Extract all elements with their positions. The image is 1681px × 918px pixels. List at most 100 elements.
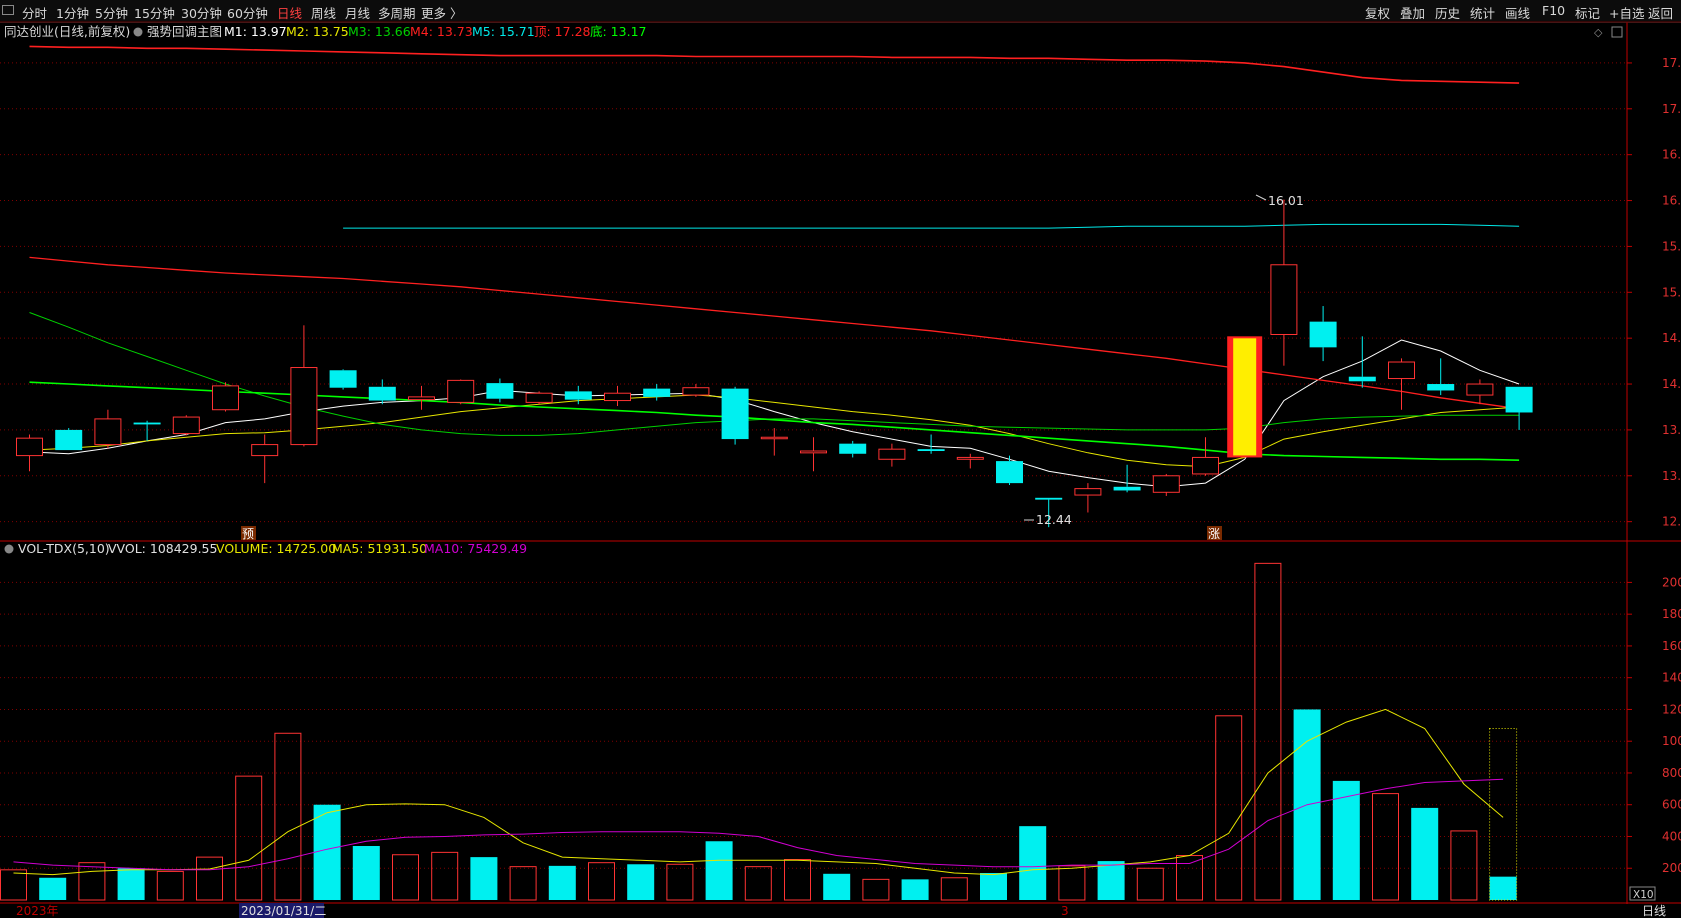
candle-body <box>212 385 239 411</box>
stock-chart[interactable]: 12.50 13.00 13.50 14.00 14.50 15.00 15.50 16.00… <box>0 0 1681 918</box>
candle <box>94 409 122 449</box>
candle <box>1309 306 1337 362</box>
volume-toggle-icon[interactable] <box>4 544 14 554</box>
candle <box>408 385 435 410</box>
volume-bar <box>1215 715 1243 901</box>
candle-body <box>1505 386 1533 413</box>
volume-bar <box>901 879 929 900</box>
volume-bar <box>1097 861 1125 900</box>
price-tick-label: 15.50 <box>1662 239 1681 253</box>
candle-body <box>1348 376 1376 382</box>
candle <box>368 379 396 405</box>
volume-bar <box>744 866 772 901</box>
candle <box>525 391 553 405</box>
legend-m3: M3: 13.66 <box>348 24 411 39</box>
panel-layout-icon[interactable] <box>1611 26 1623 38</box>
volume-line-MA5 <box>13 708 1504 876</box>
volume-bar <box>196 856 223 901</box>
candle-body <box>1113 486 1141 491</box>
candle-body <box>329 370 357 388</box>
candle <box>643 384 671 401</box>
candle <box>290 325 318 447</box>
volume-tick-label: 10000 <box>1662 734 1681 748</box>
volume-bar <box>705 841 733 900</box>
candle <box>172 415 200 436</box>
volume-bar <box>313 804 341 900</box>
legend-vol-ma10: MA10: 75429.49 <box>424 541 527 556</box>
svg-text:涨: 涨 <box>1208 526 1220 541</box>
line-M1 <box>29 339 1520 488</box>
time-axis: 2023年 2023/01/31/二 3 日线 <box>16 903 1666 918</box>
candle <box>486 378 514 403</box>
candle-body <box>447 379 475 403</box>
price-tick-label: 16.50 <box>1662 148 1681 162</box>
price-tick-label: 17.00 <box>1662 102 1681 116</box>
high-annotation: 16.01 <box>1255 193 1304 208</box>
volume-tick-label: 12000 <box>1662 702 1681 716</box>
volume-bar <box>117 868 145 900</box>
price-tick-label: 13.00 <box>1662 469 1681 483</box>
volume-indicator-name[interactable]: VOL-TDX(5,10) <box>18 541 110 556</box>
volume-tick-label: 2000 <box>1662 861 1681 875</box>
volume-tick-label: 6000 <box>1662 798 1681 812</box>
candle-body <box>604 392 631 402</box>
line-M5 <box>343 223 1520 229</box>
legend-volume: VOLUME: 14725.00 <box>216 541 336 556</box>
volume-line-MA10 <box>13 778 1504 871</box>
candle-body <box>172 416 200 435</box>
x-label-month: 3 <box>1061 904 1069 918</box>
legend-top: 顶: 17.28 <box>534 24 591 39</box>
price-tick-label: 15.00 <box>1662 285 1681 299</box>
candle <box>996 455 1023 485</box>
price-tick-label: 14.50 <box>1662 331 1681 345</box>
candle-body <box>16 437 43 457</box>
marker-zhang: 涨 <box>1207 526 1222 541</box>
volume-bar <box>509 866 537 901</box>
price-tick-label: 16.00 <box>1662 194 1681 208</box>
candle <box>1074 483 1102 513</box>
candle <box>839 440 867 458</box>
volume-bars <box>0 562 1518 901</box>
candle <box>878 443 906 467</box>
candle <box>800 437 827 472</box>
indicator-toggle-icon[interactable] <box>133 27 143 37</box>
volume-bar <box>1019 826 1047 900</box>
candle-body <box>133 422 161 425</box>
volume-bar <box>862 878 890 901</box>
legend-m4: M4: 13.73 <box>410 24 473 39</box>
volume-axis: 2000 4000 6000 8000 10000 12000 14000 16000 1800… <box>1627 575 1681 875</box>
candle <box>1192 437 1219 476</box>
candle-body <box>1192 456 1219 475</box>
volume-bar <box>1136 867 1164 901</box>
candle <box>1227 336 1263 458</box>
candle-body <box>1466 383 1494 396</box>
volume-bar <box>980 873 1007 900</box>
candle-body <box>1388 361 1415 380</box>
legend-m5: M5: 15.71 <box>472 24 535 39</box>
volume-bar <box>274 732 302 901</box>
volume-bar <box>470 857 498 900</box>
candle-body <box>1309 321 1337 348</box>
candle-body <box>251 444 279 457</box>
volume-bar <box>784 859 811 901</box>
svg-text:预: 预 <box>242 527 254 541</box>
indicator-name[interactable]: 强势回调主图 <box>147 24 222 39</box>
candle <box>682 384 710 397</box>
main-panel-header: 同达创业(日线,前复权) 强势回调主图 M1: 13.97 M2: 13.75 … <box>4 24 1623 39</box>
volume-bar <box>548 865 576 900</box>
candle-body <box>760 436 788 440</box>
volume-bar <box>156 870 184 901</box>
volume-ma-lines <box>13 708 1504 876</box>
volume-bar <box>666 863 694 901</box>
diamond-icon[interactable]: ◇ <box>1594 26 1603 39</box>
candle <box>1152 473 1180 496</box>
candle-body <box>996 461 1023 484</box>
candlesticks <box>16 199 1533 528</box>
candle <box>1348 336 1376 388</box>
candle <box>760 428 788 456</box>
volume-bar <box>1450 830 1478 901</box>
legend-m2: M2: 13.75 <box>286 24 349 39</box>
price-tick-label: 12.50 <box>1662 515 1681 529</box>
price-tick-label: 14.00 <box>1662 377 1681 391</box>
volume-forecast-box <box>1489 728 1518 901</box>
